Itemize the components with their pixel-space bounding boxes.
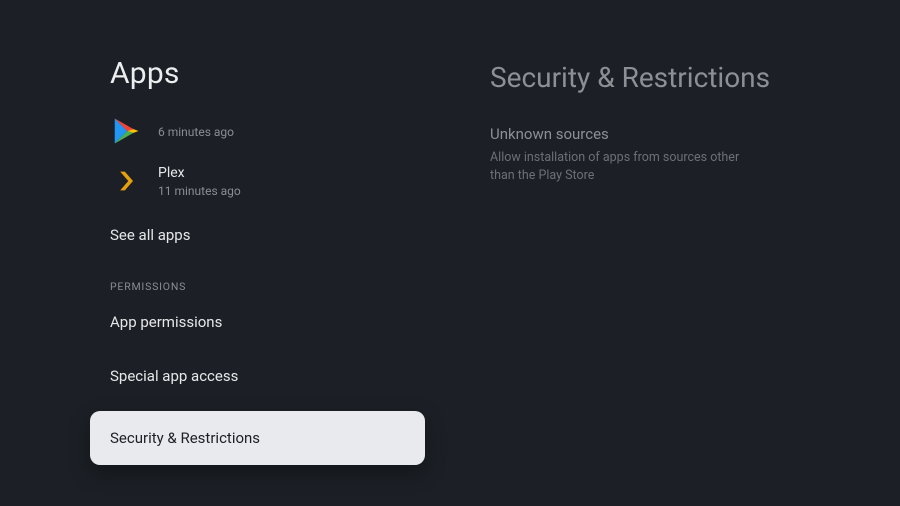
app-permissions[interactable]: App permissions <box>110 299 470 345</box>
recent-app-name: Plex <box>158 165 241 182</box>
recent-app-plex[interactable]: Plex 11 minutes ago <box>110 159 470 204</box>
recent-app-text: Plex 11 minutes ago <box>158 165 241 198</box>
page-title: Apps <box>110 56 470 91</box>
unknown-sources-heading: Unknown sources <box>490 125 860 143</box>
recent-app-play[interactable]: 6 minutes ago <box>110 109 470 153</box>
special-app-access[interactable]: Special app access <box>110 353 470 399</box>
recent-app-text: 6 minutes ago <box>158 123 234 139</box>
recent-app-time: 6 minutes ago <box>158 125 234 139</box>
security-restrictions[interactable]: Security & Restrictions <box>90 411 425 465</box>
plex-icon <box>110 165 142 197</box>
google-play-icon <box>110 115 142 147</box>
unknown-sources-description: Allow installation of apps from sources … <box>490 149 760 185</box>
unknown-sources[interactable]: Unknown sources Allow installation of ap… <box>490 125 860 185</box>
permissions-section-label: PERMISSIONS <box>110 280 470 293</box>
detail-title: Security & Restrictions <box>490 60 860 95</box>
right-pane: Security & Restrictions Unknown sources … <box>470 0 900 506</box>
recent-app-time: 11 minutes ago <box>158 184 241 198</box>
left-pane: Apps 6 minutes ago Plex 11 minutes ago S… <box>0 0 470 506</box>
see-all-apps[interactable]: See all apps <box>110 212 470 258</box>
